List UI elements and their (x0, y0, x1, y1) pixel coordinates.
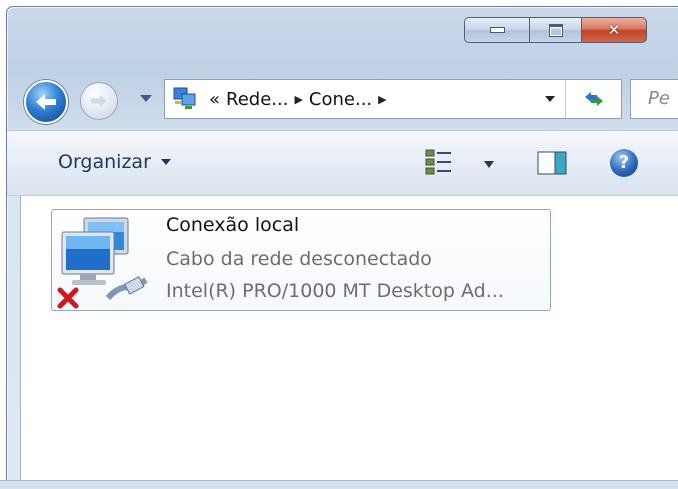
preview-pane-icon[interactable] (537, 151, 567, 175)
connection-device: Intel(R) PRO/1000 MT Desktop Ad... (166, 280, 504, 302)
help-icon[interactable]: ? (610, 149, 638, 177)
breadcrumb-overflow-icon[interactable]: « (209, 89, 220, 110)
close-icon: ✕ (607, 20, 621, 39)
forward-arrow-icon (91, 95, 107, 107)
minimize-icon (489, 27, 505, 33)
back-button[interactable] (24, 80, 68, 124)
breadcrumb: « Rede... ▶ Cone... ▶ (209, 89, 387, 110)
maximize-icon (548, 23, 563, 37)
close-button[interactable]: ✕ (581, 17, 647, 43)
connection-status: Cabo da rede desconectado (166, 248, 432, 270)
command-bar: Organizar ? (7, 130, 678, 196)
network-connection-icon (57, 217, 148, 309)
minimize-button[interactable] (464, 17, 529, 43)
address-history-dropdown[interactable] (545, 96, 555, 102)
breadcrumb-item-conexoes[interactable]: Cone... (309, 89, 372, 110)
refresh-icon (585, 92, 603, 106)
breadcrumb-item-rede[interactable]: Rede... (226, 89, 288, 110)
list-item-connection[interactable]: Conexão local Cabo da rede desconectado … (51, 209, 551, 311)
chevron-down-icon (160, 159, 171, 165)
connection-name: Conexão local (166, 214, 300, 236)
view-options-dropdown-icon[interactable] (484, 161, 494, 168)
recent-pages-dropdown[interactable] (140, 95, 152, 102)
maximize-button[interactable] (529, 17, 581, 43)
back-arrow-icon (36, 94, 56, 110)
refresh-button[interactable] (565, 80, 622, 118)
breadcrumb-separator-icon[interactable]: ▶ (294, 93, 302, 106)
organize-menu-button[interactable]: Organizar (58, 151, 171, 173)
forward-button[interactable] (80, 82, 118, 120)
search-input[interactable]: Pe (630, 79, 678, 119)
file-list-pane: Conexão local Cabo da rede desconectado … (20, 196, 678, 480)
change-view-icon[interactable] (425, 149, 455, 175)
caption-buttons: ✕ (464, 17, 647, 43)
organize-label: Organizar (58, 151, 151, 173)
breadcrumb-separator-icon[interactable]: ▶ (378, 93, 386, 106)
network-folder-icon (173, 87, 196, 109)
address-bar[interactable]: « Rede... ▶ Cone... ▶ (164, 79, 622, 119)
